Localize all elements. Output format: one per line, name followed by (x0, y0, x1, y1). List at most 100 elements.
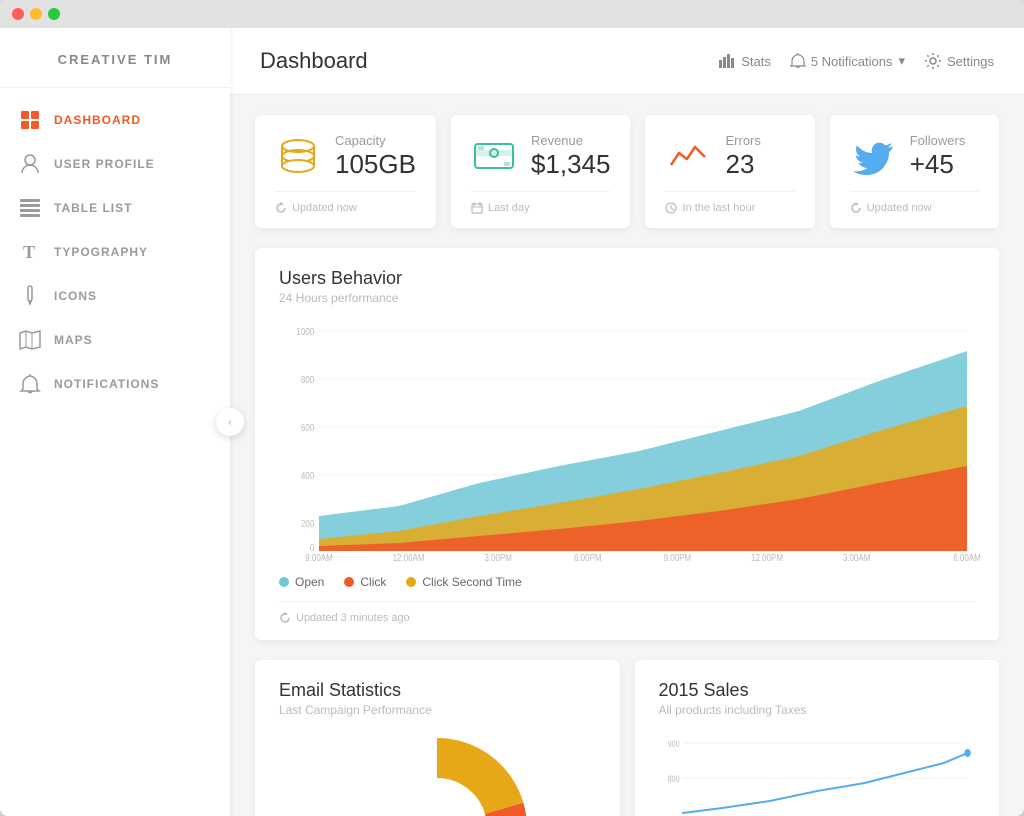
content-area: Capacity 105GB Updated now (230, 95, 1024, 816)
chart-footer: Updated 3 minutes ago (279, 601, 975, 624)
svg-text:6:00PM: 6:00PM (574, 552, 602, 563)
sidebar-item-icons-label: ICONS (54, 289, 97, 303)
sales-chart: 900 800 (659, 733, 976, 816)
user-icon (20, 154, 40, 174)
stats-button[interactable]: Stats (719, 54, 771, 69)
settings-button[interactable]: Settings (925, 53, 994, 69)
capacity-value: 105GB (335, 150, 416, 179)
settings-gear-icon (925, 53, 941, 69)
notifications-label: 5 Notifications (811, 54, 893, 69)
minimize-button[interactable] (30, 8, 42, 20)
users-behavior-chart: Users Behavior 24 Hours performance 1000 (255, 248, 999, 640)
chart-title: Users Behavior (279, 268, 975, 289)
main-content: Dashboard Stats (230, 28, 1024, 816)
app-window: CREATIVE TIM DASHBOARD (0, 0, 1024, 816)
svg-text:3:00AM: 3:00AM (843, 552, 871, 563)
sidebar-item-maps[interactable]: MAPS (0, 318, 230, 362)
pencil-icon (20, 286, 40, 306)
legend-click-second-label: Click Second Time (422, 575, 521, 589)
legend-open-label: Open (295, 575, 324, 589)
refresh-icon (275, 202, 287, 214)
typography-icon: T (20, 242, 40, 262)
svg-text:12:00AM: 12:00AM (393, 552, 425, 563)
sidebar-item-user-profile[interactable]: USER PROFILE (0, 142, 230, 186)
svg-text:200: 200 (301, 518, 314, 529)
sidebar-item-dashboard[interactable]: DASHBOARD (0, 98, 230, 142)
legend-click-second: Click Second Time (406, 575, 521, 589)
revenue-value: $1,345 (531, 150, 611, 179)
svg-text:1000: 1000 (296, 326, 314, 337)
bell-icon (20, 374, 40, 394)
errors-icon (665, 133, 711, 179)
sidebar-item-typography-label: TYPOGRAPHY (54, 245, 148, 259)
refresh-icon-3 (279, 612, 291, 624)
svg-text:800: 800 (667, 774, 679, 784)
svg-text:T: T (23, 242, 36, 262)
notification-bell-icon (791, 53, 805, 69)
legend-click-second-dot (406, 577, 416, 587)
followers-value: +45 (910, 150, 979, 179)
chart-footer-text: Updated 3 minutes ago (296, 612, 410, 624)
clock-icon (665, 202, 677, 214)
sidebar-nav: DASHBOARD USER PROFILE (0, 88, 230, 816)
close-button[interactable] (12, 8, 24, 20)
revenue-footer: Last day (471, 191, 611, 214)
twitter-icon (850, 133, 896, 179)
svg-text:900: 900 (667, 739, 679, 749)
email-stats-subtitle: Last Campaign Performance (279, 703, 596, 717)
svg-text:6:00AM: 6:00AM (953, 552, 981, 563)
sidebar-item-notifications-label: NOTIFICATIONS (54, 377, 159, 391)
legend-click: Click (344, 575, 386, 589)
stat-card-revenue: Revenue $1,345 Last day (451, 115, 631, 228)
errors-footer: In the last hour (665, 191, 794, 214)
sales-subtitle: All products including Taxes (659, 703, 976, 717)
legend-click-label: Click (360, 575, 386, 589)
sidebar-item-user-profile-label: USER PROFILE (54, 157, 155, 171)
svg-text:3:00PM: 3:00PM (484, 552, 512, 563)
sales-2015-card: 2015 Sales All products including Taxes … (635, 660, 1000, 816)
sidebar-collapse-button[interactable]: ‹ (216, 408, 244, 436)
topbar: Dashboard Stats (230, 28, 1024, 95)
sales-title: 2015 Sales (659, 680, 976, 701)
sidebar-item-table-list-label: TABLE LIST (54, 201, 132, 215)
sidebar-item-notifications[interactable]: NOTIFICATIONS (0, 362, 230, 406)
calendar-icon (471, 202, 483, 214)
legend-open-dot (279, 577, 289, 587)
svg-text:9:00AM: 9:00AM (305, 552, 333, 563)
bottom-row: Email Statistics Last Campaign Performan… (255, 660, 999, 816)
capacity-footer: Updated now (275, 191, 416, 214)
maximize-button[interactable] (48, 8, 60, 20)
chart-legend: Open Click Click Second Time (279, 575, 975, 589)
sidebar-item-icons[interactable]: ICONS (0, 274, 230, 318)
topbar-actions: Stats 5 Notifications ▾ (719, 53, 994, 69)
map-icon (20, 330, 40, 350)
sidebar-item-table-list[interactable]: TABLE LIST (0, 186, 230, 230)
page-title: Dashboard (260, 48, 368, 74)
stats-icon (719, 54, 735, 68)
svg-text:9:00PM: 9:00PM (664, 552, 692, 563)
followers-label: Followers (910, 133, 979, 148)
chart-svg-area: 1000 800 600 400 200 0 (279, 321, 975, 561)
sidebar-item-typography[interactable]: T TYPOGRAPHY (0, 230, 230, 274)
refresh-icon-2 (850, 202, 862, 214)
app-body: CREATIVE TIM DASHBOARD (0, 28, 1024, 816)
revenue-icon (471, 133, 517, 179)
sidebar-item-dashboard-label: DASHBOARD (54, 113, 141, 127)
legend-click-dot (344, 577, 354, 587)
svg-text:800: 800 (301, 374, 314, 385)
table-icon (20, 198, 40, 218)
followers-footer: Updated now (850, 191, 979, 214)
capacity-icon (275, 133, 321, 179)
email-stats-chart (279, 733, 596, 816)
notifications-button[interactable]: 5 Notifications ▾ (791, 53, 905, 69)
sidebar-brand: CREATIVE TIM (0, 28, 230, 88)
email-stats-title: Email Statistics (279, 680, 596, 701)
settings-label: Settings (947, 54, 994, 69)
errors-label: Errors (725, 133, 794, 148)
capacity-label: Capacity (335, 133, 416, 148)
email-statistics-card: Email Statistics Last Campaign Performan… (255, 660, 620, 816)
stats-row: Capacity 105GB Updated now (255, 115, 999, 228)
legend-open: Open (279, 575, 324, 589)
svg-text:400: 400 (301, 470, 314, 481)
stat-card-errors: Errors 23 In the last hour (645, 115, 814, 228)
